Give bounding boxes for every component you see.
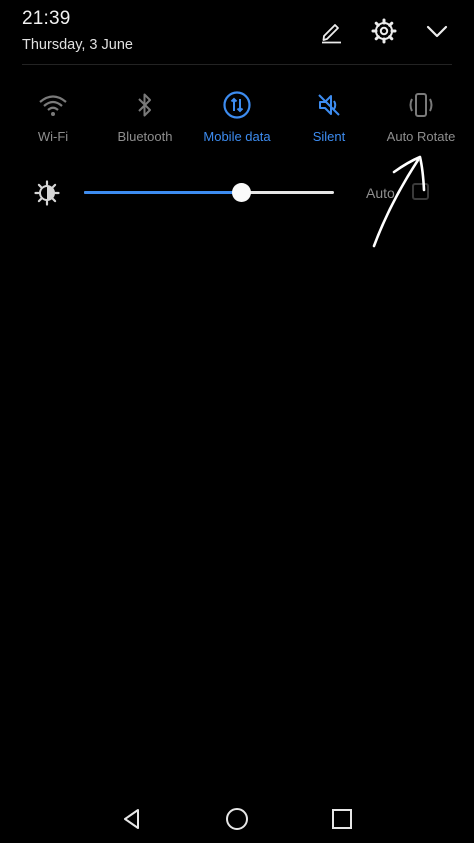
brightness-icon xyxy=(34,180,60,206)
tile-wifi[interactable]: Wi-Fi xyxy=(7,82,99,152)
tile-label-auto-rotate: Auto Rotate xyxy=(386,129,456,144)
header-divider xyxy=(22,64,452,65)
chevron-down-icon[interactable] xyxy=(422,16,452,46)
tile-auto-rotate[interactable]: Auto Rotate xyxy=(375,82,467,152)
date-text: Thursday, 3 June xyxy=(22,37,133,53)
clock-time: 21:39 xyxy=(22,8,71,29)
navigation-bar xyxy=(0,790,474,843)
auto-brightness-label: Auto xyxy=(366,185,395,201)
tile-mobile-data[interactable]: Mobile data xyxy=(191,82,283,152)
gear-icon[interactable] xyxy=(369,16,399,46)
back-triangle-icon[interactable] xyxy=(117,804,147,834)
quick-settings-tiles: Wi-Fi Bluetooth Mobile data Silent Auto … xyxy=(0,82,474,152)
tile-silent[interactable]: Silent xyxy=(283,82,375,152)
brightness-slider-thumb[interactable] xyxy=(232,183,251,202)
recents-square-icon[interactable] xyxy=(327,804,357,834)
pencil-icon[interactable] xyxy=(316,16,346,46)
tile-bluetooth[interactable]: Bluetooth xyxy=(99,82,191,152)
brightness-slider-fill xyxy=(84,191,242,194)
brightness-row: Auto xyxy=(0,170,474,216)
auto-brightness-checkbox[interactable] xyxy=(412,183,429,200)
auto-rotate-icon xyxy=(375,90,467,120)
wifi-icon xyxy=(7,90,99,120)
mobile-data-icon xyxy=(191,90,283,120)
notification-header: 21:39 Thursday, 3 June xyxy=(0,0,474,62)
brightness-slider[interactable] xyxy=(84,183,334,202)
home-circle-icon[interactable] xyxy=(222,804,252,834)
silent-icon xyxy=(283,90,375,120)
bluetooth-icon xyxy=(99,90,191,120)
